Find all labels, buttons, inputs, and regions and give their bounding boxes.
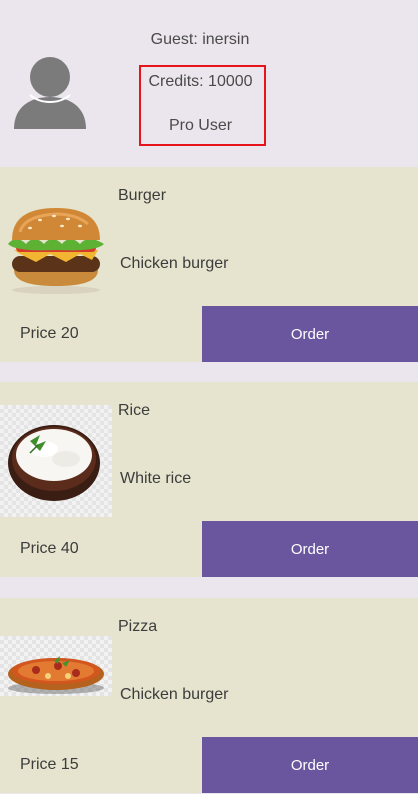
pizza-image bbox=[0, 636, 112, 696]
menu-item-name: Burger bbox=[118, 187, 167, 204]
order-button[interactable]: Order bbox=[202, 737, 418, 793]
menu-item-price: Price 20 bbox=[20, 325, 79, 342]
menu-item-price: Price 15 bbox=[20, 756, 79, 773]
menu-item-card: Rice White rice Price 40 Order bbox=[0, 382, 418, 577]
user-avatar-icon bbox=[12, 57, 88, 129]
menu-item-description: Chicken burger bbox=[120, 255, 229, 272]
menu-item-name: Pizza bbox=[118, 618, 158, 635]
menu-item-card: Burger Chicken burger Price 20 Order bbox=[0, 167, 418, 362]
guest-username: Guest: inersin bbox=[150, 31, 250, 48]
user-plan-label: Pro User bbox=[168, 117, 233, 134]
rice-bowl-image bbox=[0, 405, 112, 517]
menu-item-description: Chicken burger bbox=[120, 686, 229, 703]
menu-item-description: White rice bbox=[120, 470, 192, 487]
credits-balance: Credits: 10000 bbox=[148, 73, 253, 90]
menu-item-card: Pizza Chicken burger Price 15 Order bbox=[0, 598, 418, 793]
order-button[interactable]: Order bbox=[202, 306, 418, 362]
order-button[interactable]: Order bbox=[202, 521, 418, 577]
menu-item-price: Price 40 bbox=[20, 540, 79, 557]
burger-image bbox=[0, 186, 112, 298]
user-header: Guest: inersin Credits: 10000 Pro User bbox=[0, 0, 418, 167]
menu-item-name: Rice bbox=[118, 402, 151, 419]
